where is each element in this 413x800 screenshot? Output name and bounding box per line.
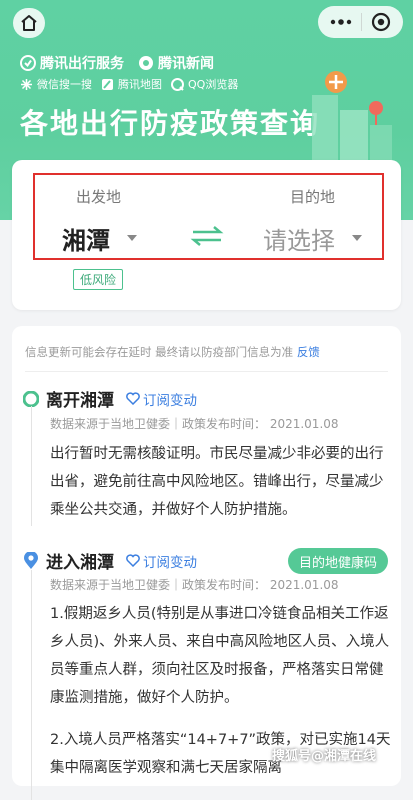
- enter-source-text: 数据来源于当地卫健委｜政策发布时间： 2021.01.08: [50, 578, 339, 592]
- subscribe-leave-button[interactable]: 订阅变动: [126, 389, 197, 409]
- leave-source-text: 数据来源于当地卫健委｜政策发布时间： 2021.01.08: [50, 417, 339, 431]
- brand-qq-browser: QQ浏览器: [171, 76, 238, 92]
- destination-health-code-button[interactable]: 目的地健康码: [288, 548, 388, 574]
- chevron-down-icon: [352, 235, 362, 241]
- brand-label: 腾讯地图: [118, 78, 162, 91]
- subscribe-enter-button[interactable]: 订阅变动: [126, 551, 197, 571]
- departure-dot-icon: [23, 390, 39, 407]
- enter-section-title: 进入湘潭: [46, 553, 114, 573]
- brand-tencent-news: 腾讯新闻: [138, 53, 214, 73]
- leave-section-header: 离开湘潭 订阅变动: [23, 386, 197, 411]
- timeline-line: [31, 406, 32, 526]
- capsule-divider: [360, 13, 362, 31]
- departure-label: 出发地: [76, 188, 122, 206]
- qq-browser-logo-icon: [171, 77, 184, 91]
- brand-label: 腾讯新闻: [158, 56, 214, 72]
- watermark: 搜狐号@湘潭在线: [272, 749, 377, 764]
- route-query-card: 出发地 目的地 湘潭 请选择 低风险: [12, 160, 401, 310]
- tencent-travel-logo-icon: [20, 55, 36, 71]
- wechat-search-logo-icon: [21, 78, 32, 90]
- tencent-news-logo-icon: [139, 56, 153, 70]
- home-icon: [21, 15, 37, 31]
- divider: [25, 371, 388, 372]
- enter-section-header: 进入湘潭 订阅变动: [23, 548, 197, 573]
- chevron-down-icon: [127, 235, 137, 241]
- swap-cities-icon[interactable]: [190, 224, 224, 248]
- close-miniprogram-icon[interactable]: [371, 12, 391, 32]
- brand-wechat-search: 微信搜一搜: [20, 76, 92, 92]
- risk-level-badge: 低风险: [73, 269, 124, 290]
- policy-info-card: 信息更新可能会存在延时 最终请以防疫部门信息为准 反馈 离开湘潭 订阅变动 数据…: [12, 326, 401, 800]
- brand-tencent-map: 腾讯地图: [101, 76, 162, 92]
- destination-city-select[interactable]: 请选择: [263, 221, 335, 256]
- page-title: 各地出行防疫政策查询: [20, 107, 321, 140]
- subscribe-label: 订阅变动: [143, 392, 197, 409]
- tencent-map-logo-icon: [102, 78, 113, 90]
- disclaimer-text: 信息更新可能会存在延时 最终请以防疫部门信息为准: [25, 345, 294, 359]
- brand-label: 腾讯出行服务: [40, 56, 124, 72]
- brand-row-primary: 腾讯出行服务 腾讯新闻: [20, 53, 214, 73]
- heart-outline-icon: [126, 392, 140, 405]
- destination-label: 目的地: [290, 188, 336, 206]
- leave-policy-text: 出行暂时无需核酸证明。市民尽量减少非必要的出行出省，避免前往高中风险地区。错峰出…: [50, 446, 384, 518]
- enter-policy-text-1: 1.假期返乡人员(特别是从事进口冷链食品相关工作返乡人员)、外来人员、来自中高风…: [50, 606, 390, 706]
- more-icon[interactable]: [330, 18, 352, 26]
- home-button[interactable]: [13, 8, 45, 38]
- brand-tencent-travel: 腾讯出行服务: [20, 53, 124, 73]
- subscribe-label: 订阅变动: [143, 554, 197, 571]
- feedback-link[interactable]: 反馈: [297, 345, 320, 359]
- disclaimer-notice: 信息更新可能会存在延时 最终请以防疫部门信息为准 反馈: [25, 344, 320, 360]
- leave-section-title: 离开湘潭: [46, 391, 114, 411]
- miniprogram-capsule: [318, 6, 403, 38]
- location-pin-icon: [24, 551, 38, 569]
- brand-label: QQ浏览器: [188, 78, 239, 91]
- timeline-line: [31, 570, 32, 800]
- brand-row-secondary: 微信搜一搜 腾讯地图 QQ浏览器: [20, 76, 238, 92]
- brand-label: 微信搜一搜: [37, 78, 92, 91]
- departure-city-select[interactable]: 湘潭: [62, 221, 110, 256]
- heart-outline-icon: [126, 554, 140, 567]
